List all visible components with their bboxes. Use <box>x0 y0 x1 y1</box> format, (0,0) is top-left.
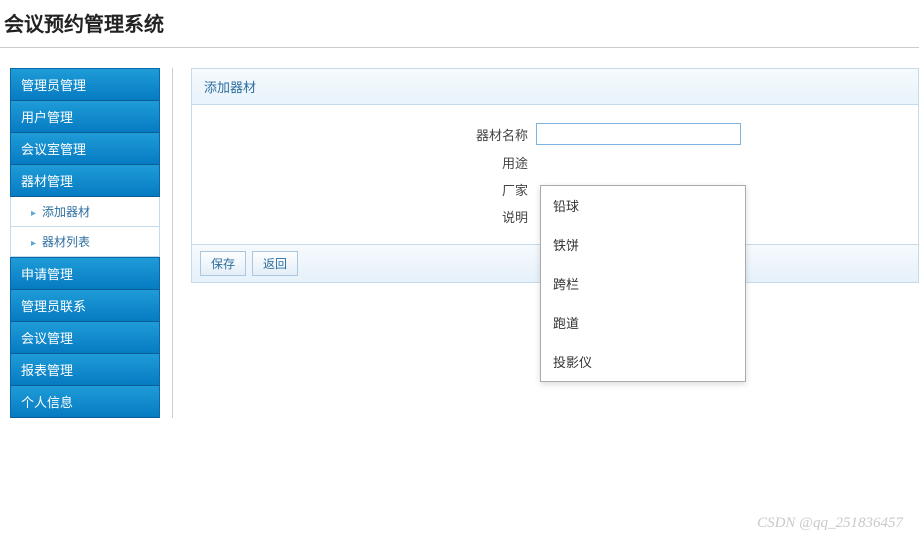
sidebar-submenu-equipment: 添加器材 器材列表 <box>10 197 160 257</box>
autocomplete-dropdown: 铅球 铁饼 跨栏 跑道 投影仪 <box>540 185 746 382</box>
sidebar-item-report-manage[interactable]: 报表管理 <box>10 354 160 386</box>
sidebar: 管理员管理 用户管理 会议室管理 器材管理 添加器材 器材列表 申请管理 管理员… <box>0 68 160 418</box>
form-row-name: 器材名称 <box>206 123 904 145</box>
sidebar-item-admin-manage[interactable]: 管理员管理 <box>10 68 160 101</box>
main-layout: 管理员管理 用户管理 会议室管理 器材管理 添加器材 器材列表 申请管理 管理员… <box>0 68 919 418</box>
app-header: 会议预约管理系统 <box>0 0 919 47</box>
sidebar-subitem-add-equipment[interactable]: 添加器材 <box>10 197 160 227</box>
label-equipment-name: 器材名称 <box>206 125 536 144</box>
app-title: 会议预约管理系统 <box>4 8 915 37</box>
save-button[interactable]: 保存 <box>200 251 246 276</box>
header-divider <box>0 47 919 48</box>
sidebar-subitem-equipment-list[interactable]: 器材列表 <box>10 227 160 257</box>
input-equipment-name[interactable] <box>536 123 741 145</box>
autocomplete-option[interactable]: 铅球 <box>541 186 745 225</box>
autocomplete-option[interactable]: 铁饼 <box>541 225 745 264</box>
sidebar-item-admin-contact[interactable]: 管理员联系 <box>10 290 160 322</box>
autocomplete-option[interactable]: 投影仪 <box>541 342 745 381</box>
sidebar-item-user-manage[interactable]: 用户管理 <box>10 101 160 133</box>
sidebar-item-meeting-manage[interactable]: 会议管理 <box>10 322 160 354</box>
autocomplete-option[interactable]: 跨栏 <box>541 264 745 303</box>
sidebar-item-profile[interactable]: 个人信息 <box>10 386 160 418</box>
label-manufacturer: 厂家 <box>206 180 536 199</box>
watermark: CSDN @qq_251836457 <box>757 515 903 532</box>
sidebar-item-equipment-manage[interactable]: 器材管理 <box>10 165 160 197</box>
sidebar-item-apply-manage[interactable]: 申请管理 <box>10 257 160 290</box>
sidebar-item-room-manage[interactable]: 会议室管理 <box>10 133 160 165</box>
autocomplete-option[interactable]: 跑道 <box>541 303 745 342</box>
back-button[interactable]: 返回 <box>252 251 298 276</box>
panel-title: 添加器材 <box>192 69 918 105</box>
form-row-purpose: 用途 <box>206 153 904 172</box>
label-description: 说明 <box>206 207 536 226</box>
label-purpose: 用途 <box>206 153 536 172</box>
